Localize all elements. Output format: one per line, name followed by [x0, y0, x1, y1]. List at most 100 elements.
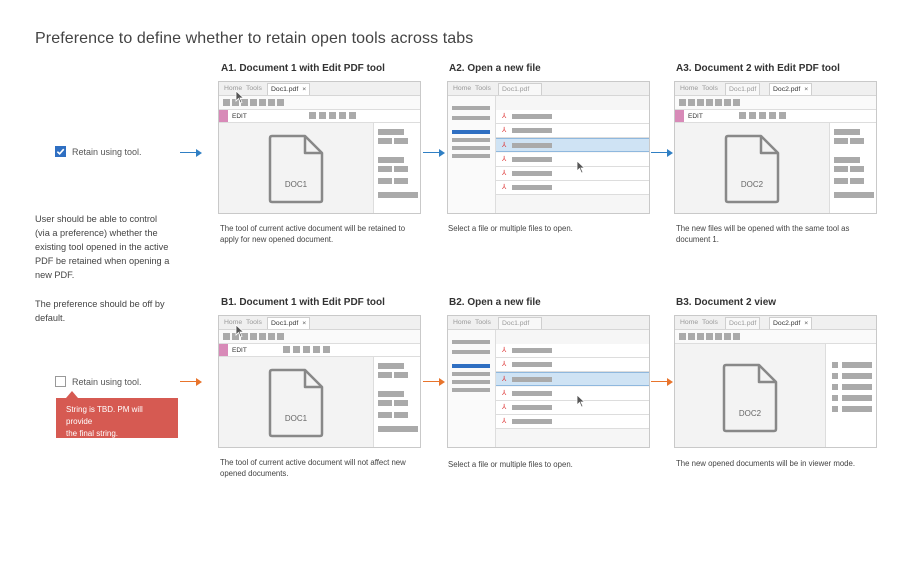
pdf-icon: ⅄	[502, 184, 507, 191]
pdf-icon: ⅄	[502, 347, 507, 354]
toolbar	[219, 330, 420, 344]
toolbar	[219, 96, 420, 110]
tab-home[interactable]: Home	[450, 317, 474, 329]
edit-label: EDIT	[688, 113, 703, 120]
edit-toolbar: EDIT	[219, 110, 420, 123]
toolbar	[675, 330, 876, 344]
document-canvas: DOC2	[675, 344, 825, 447]
right-panel	[825, 344, 876, 447]
step-heading-a2: A2. Open a new file	[449, 63, 541, 74]
tab-tools[interactable]: Tools	[699, 83, 721, 95]
tab-bar: Home Tools Doc1.pdf	[448, 316, 649, 330]
document-icon	[724, 134, 780, 204]
tab-bar: Home Tools Doc1.pdf ×	[219, 316, 420, 330]
caption-a2: Select a file or multiple files to open.	[448, 223, 573, 234]
default-note: The preference should be off by default.	[35, 297, 165, 325]
screen-b2: Home Tools Doc1.pdf ⅄ ⅄ ⅄ ⅄ ⅄ ⅄	[447, 315, 650, 448]
pdf-icon: ⅄	[502, 418, 507, 425]
right-panel	[373, 357, 420, 447]
tab-tools[interactable]: Tools	[472, 317, 494, 329]
tab-home[interactable]: Home	[450, 83, 474, 95]
file-row[interactable]: ⅄	[496, 181, 649, 195]
preference-note: User should be able to control (via a pr…	[35, 212, 169, 282]
cursor-icon	[576, 394, 586, 408]
left-nav	[448, 96, 496, 213]
tab-bar: Home Tools Doc1.pdf Doc2.pdf ×	[675, 316, 876, 330]
file-row-selected[interactable]: ⅄	[496, 372, 649, 386]
edit-tool-icon	[219, 344, 228, 356]
tab-doc1[interactable]: Doc1.pdf	[725, 83, 761, 95]
retain-tool-checkbox-unchecked[interactable]: Retain using tool.	[55, 376, 142, 387]
file-row[interactable]: ⅄	[496, 124, 649, 138]
close-icon[interactable]: ×	[302, 320, 306, 327]
close-icon[interactable]: ×	[804, 86, 808, 93]
doc-label: DOC1	[284, 414, 308, 423]
file-row[interactable]: ⅄	[496, 153, 649, 167]
pdf-icon: ⅄	[502, 127, 507, 134]
document-canvas: DOC1	[219, 357, 373, 447]
cursor-icon	[576, 160, 586, 174]
arrow-right-icon	[651, 377, 673, 387]
caption-b2: Select a file or multiple files to open.	[448, 459, 573, 470]
edit-label: EDIT	[232, 113, 247, 120]
tab-doc1[interactable]: Doc1.pdf ×	[267, 83, 311, 95]
file-row[interactable]: ⅄	[496, 358, 649, 372]
file-row[interactable]: ⅄	[496, 415, 649, 429]
tab-doc1[interactable]: Doc1.pdf	[498, 317, 542, 329]
file-row[interactable]: ⅄	[496, 110, 649, 124]
tab-home[interactable]: Home	[677, 83, 701, 95]
retain-tool-checkbox-checked[interactable]: Retain using tool.	[55, 146, 142, 157]
caption-line: The new files will be opened with the sa…	[676, 224, 850, 233]
screen-b1: Home Tools Doc1.pdf × EDIT DOC1	[218, 315, 421, 448]
document-icon	[268, 368, 324, 438]
arrow-right-icon	[180, 148, 202, 158]
tab-tools[interactable]: Tools	[472, 83, 494, 95]
tbd-callout: String is TBD. PM will provide the final…	[56, 391, 178, 438]
cursor-icon	[235, 90, 245, 104]
close-icon[interactable]: ×	[804, 320, 808, 327]
screen-b3: Home Tools Doc1.pdf Doc2.pdf × DOC2	[674, 315, 877, 448]
tab-label: Doc2.pdf	[773, 86, 801, 93]
pdf-icon: ⅄	[502, 376, 507, 383]
tab-label: Doc2.pdf	[773, 320, 801, 327]
tab-doc1[interactable]: Doc1.pdf	[725, 317, 761, 329]
screen-a3: Home Tools Doc1.pdf Doc2.pdf × EDIT DOC2	[674, 81, 877, 214]
note-line: existing tool opened in the active	[35, 242, 169, 252]
checkbox-label: Retain using tool.	[72, 376, 142, 387]
tab-label: Doc1.pdf	[271, 320, 299, 327]
checkbox-unchecked[interactable]	[55, 376, 66, 387]
file-row[interactable]: ⅄	[496, 401, 649, 415]
tab-tools[interactable]: Tools	[243, 317, 265, 329]
edit-tool-icon	[219, 110, 228, 122]
caption-line: The tool of current active document will…	[220, 458, 406, 467]
tab-doc1[interactable]: Doc1.pdf ×	[267, 317, 311, 329]
caption-line: apply for new opened document.	[220, 235, 334, 244]
cursor-icon	[235, 324, 245, 338]
caption-a3: The new files will be opened with the sa…	[676, 223, 849, 245]
note-line: default.	[35, 313, 66, 323]
caption-line: opened documents.	[220, 469, 289, 478]
step-heading-b3: B3. Document 2 view	[676, 297, 777, 308]
edit-tool-icon	[675, 110, 684, 122]
tab-label: Doc1.pdf	[271, 86, 299, 93]
step-heading-b2: B2. Open a new file	[449, 297, 541, 308]
close-icon[interactable]: ×	[302, 86, 306, 93]
note-line: User should be able to control	[35, 214, 158, 224]
doc-label: DOC2	[740, 180, 764, 189]
tab-home[interactable]: Home	[677, 317, 701, 329]
file-row[interactable]: ⅄	[496, 344, 649, 358]
file-row[interactable]: ⅄	[496, 387, 649, 401]
tab-doc2[interactable]: Doc2.pdf ×	[769, 317, 813, 329]
tab-tools[interactable]: Tools	[699, 317, 721, 329]
callout-line: String is TBD. PM will provide	[66, 405, 143, 426]
checkbox-checked[interactable]	[55, 146, 66, 157]
note-line: new PDF.	[35, 270, 75, 280]
file-row[interactable]: ⅄	[496, 167, 649, 181]
caption-a1: The tool of current active document will…	[220, 223, 405, 245]
tab-tools[interactable]: Tools	[243, 83, 265, 95]
file-row-selected[interactable]: ⅄	[496, 138, 649, 152]
document-canvas: DOC2	[675, 123, 829, 213]
tab-doc2[interactable]: Doc2.pdf ×	[769, 83, 813, 95]
screen-a1: Home Tools Doc1.pdf × EDIT DOC1	[218, 81, 421, 214]
tab-doc1[interactable]: Doc1.pdf	[498, 83, 542, 95]
